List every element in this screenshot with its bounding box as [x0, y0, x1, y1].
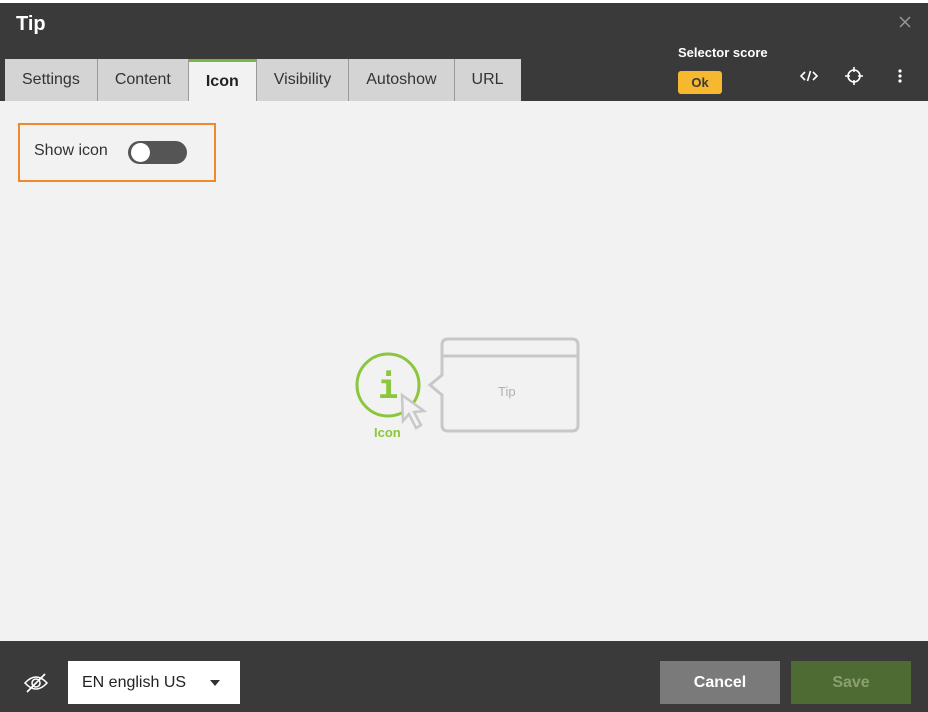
toggle-knob: [131, 143, 150, 162]
language-select[interactable]: EN english US: [68, 661, 240, 704]
show-icon-label: Show icon: [34, 142, 108, 159]
icon-preview-illustration: i Icon Tip: [350, 335, 582, 445]
cursor-icon: [400, 392, 428, 430]
dialog-title: Tip: [16, 13, 46, 35]
tab-bar: Settings Content Icon Visibility Autosho…: [5, 59, 521, 101]
more-vertical-icon[interactable]: [890, 66, 910, 86]
crosshair-icon[interactable]: [844, 66, 864, 86]
code-icon[interactable]: [799, 66, 819, 86]
tip-dialog: Tip Settings Content Icon Visibility Aut…: [0, 3, 928, 712]
show-icon-setting: Show icon: [18, 123, 216, 182]
chevron-down-icon: [210, 680, 220, 686]
dialog-header: Tip Settings Content Icon Visibility Aut…: [0, 3, 928, 101]
selector-score-badge: Ok: [678, 71, 722, 94]
selector-score-label: Selector score: [678, 45, 768, 60]
save-button[interactable]: Save: [791, 661, 911, 704]
language-select-value: EN english US: [82, 673, 187, 691]
close-icon[interactable]: [898, 15, 912, 29]
dialog-footer: EN english US Cancel Save: [0, 641, 928, 712]
tab-autoshow[interactable]: Autoshow: [349, 59, 455, 101]
tab-visibility[interactable]: Visibility: [256, 59, 350, 101]
tab-settings[interactable]: Settings: [5, 59, 98, 101]
show-icon-toggle[interactable]: [128, 141, 187, 164]
preview-icon-caption: Icon: [374, 425, 401, 440]
tab-content[interactable]: Content: [97, 59, 189, 101]
preview-tip-text: Tip: [498, 384, 516, 399]
tab-url[interactable]: URL: [454, 59, 521, 101]
eye-off-icon[interactable]: [22, 671, 50, 695]
cancel-button[interactable]: Cancel: [660, 661, 780, 704]
tab-icon[interactable]: Icon: [188, 59, 257, 101]
info-glyph: i: [378, 367, 398, 407]
